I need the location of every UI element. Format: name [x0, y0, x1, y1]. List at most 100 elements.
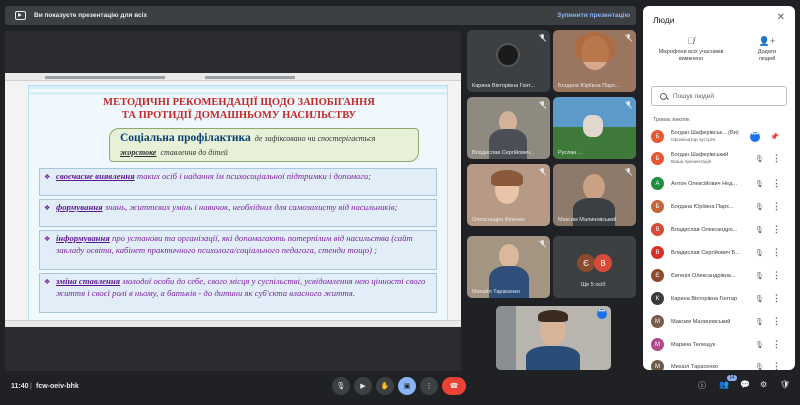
avatar: Б	[651, 200, 664, 213]
camera-icon: ▶	[360, 383, 366, 390]
meeting-code: fcw-oeiv-bhk	[36, 383, 79, 390]
participant-tile[interactable]: Руслан ...	[553, 97, 636, 159]
bottom-toolbar: 11:40 | fcw-oeiv-bhk 🎙 ▶ ✋ ▣ ⋮ ☎ ⓘ 👥 14 …	[0, 372, 800, 405]
more-options-icon[interactable]: ⋮	[772, 361, 781, 370]
slide-item: ❖ інформування про установи та організаці…	[39, 230, 437, 270]
more-participants-tile[interactable]: Є В Ще 5 осіб	[553, 236, 636, 298]
participant-row[interactable]: Б Богдана Юріївна Парх... 🎙 ⋮	[643, 197, 795, 217]
clock: 11:40	[11, 383, 29, 390]
slide-item: ❖ зміна ставлення молодої особи до себе, …	[39, 273, 437, 313]
mic-off-icon[interactable]: 🎙	[755, 249, 764, 257]
mic-off-icon[interactable]: 🎙	[755, 272, 764, 280]
shared-screen: МЕТОДИЧНІ РЕКОМЕНДАЦІЇ ЩОДО ЗАПОБІГАННЯ …	[5, 73, 461, 327]
more-options-button[interactable]: ⋮	[420, 377, 438, 395]
end-call-icon: ☎	[449, 383, 459, 390]
participant-row[interactable]: Б Богдан Шаферівськ... (Ви) Організатор …	[643, 127, 795, 147]
more-options-icon[interactable]: ⋮	[772, 201, 781, 212]
mic-off-icon	[539, 101, 546, 109]
mic-off-icon[interactable]: 🎙	[755, 363, 764, 370]
mic-off-icon[interactable]: 🎙	[755, 295, 764, 303]
more-options-icon[interactable]: ⋮	[772, 153, 781, 164]
avatar: М	[651, 338, 664, 351]
more-options-icon[interactable]: ⋮	[772, 224, 781, 235]
avatar: М	[651, 360, 664, 370]
present-icon: ▣	[403, 383, 411, 390]
participant-tile[interactable]: Карина Вікторівна Гонт...	[467, 30, 550, 92]
avatar: М	[651, 315, 664, 328]
participant-row[interactable]: А Антон Олексійович Нед... 🎙 ⋮	[643, 174, 795, 194]
mic-off-icon[interactable]: 🎙	[755, 155, 764, 163]
info-icon[interactable]: ⓘ	[698, 380, 706, 391]
mic-off-icon[interactable]: 🎙	[755, 226, 764, 234]
activities-icon[interactable]: ⚙	[760, 380, 767, 389]
banner-text: Ви показуєте презентацію для всіх	[34, 12, 148, 19]
participant-tile[interactable]: Михайл Тарасенко	[467, 236, 550, 298]
mic-off-icon	[539, 240, 546, 248]
slide-scroll-banner: Соціальна профілактика де зафіксовано чи…	[109, 128, 419, 162]
camera-button[interactable]: ▶	[354, 377, 372, 395]
more-options-icon[interactable]: ⋮	[772, 270, 781, 281]
pin-icon[interactable]: 📌	[770, 133, 779, 141]
more-options-icon[interactable]: ⋮	[772, 247, 781, 258]
present-icon	[15, 11, 26, 20]
hand-icon: ✋	[380, 383, 390, 390]
more-options-icon[interactable]: ⋮	[772, 316, 781, 327]
mic-off-icon	[625, 101, 632, 109]
participant-row[interactable]: Б Богдан Шаферівський Ваша презентація 🎙…	[643, 149, 795, 169]
leave-call-button[interactable]: ☎	[442, 377, 466, 395]
app-statusbar	[5, 320, 461, 327]
more-options-icon[interactable]: ⋮	[772, 339, 781, 350]
participant-row[interactable]: М Максим Малиновський 🎙 ⋮	[643, 312, 795, 332]
mic-off-icon[interactable]: 🎙	[755, 318, 764, 326]
participant-row[interactable]: Є Євгенія Олександрівна... 🎙 ⋮	[643, 266, 795, 286]
more-options-icon[interactable]: •••	[597, 309, 607, 319]
mic-off-icon	[625, 34, 632, 42]
avatar: Б	[651, 130, 664, 143]
host-controls-icon[interactable]: 🛡	[780, 380, 790, 389]
people-count-badge: 14	[727, 375, 737, 381]
mic-off-icon[interactable]: 🎙	[755, 180, 764, 188]
avatar: Є	[651, 269, 664, 282]
people-icon[interactable]: 👥	[719, 380, 729, 389]
mic-off-icon	[539, 34, 546, 42]
mic-off-icon[interactable]: 🎙	[755, 341, 764, 349]
app-toolbar	[5, 73, 461, 81]
mic-off-icon: 🎙̸	[687, 36, 695, 46]
participant-row[interactable]: В Владислав Олександро... 🎙 ⋮	[643, 220, 795, 240]
close-icon[interactable]: ✕	[777, 12, 785, 23]
avatar: Є	[577, 254, 595, 272]
participant-row[interactable]: М Марина Телещук 🎙 ⋮	[643, 335, 795, 355]
present-button[interactable]: ▣	[398, 377, 416, 395]
participant-tile[interactable]: Максим Малиновський	[553, 164, 636, 226]
chat-icon[interactable]: 💬	[740, 380, 750, 389]
avatar: В	[651, 246, 664, 259]
slide-item: ❖ формування знань, життєвих умінь і нави…	[39, 199, 437, 227]
self-view-tile[interactable]: •••	[496, 306, 611, 370]
mic-off-icon[interactable]: 🎙	[755, 203, 764, 211]
avatar: А	[651, 177, 664, 190]
people-panel: Люди ✕ 🎙̸ Мікрофони всіх учасників вимкне…	[643, 6, 795, 370]
search-people-input[interactable]: Пошук людей	[651, 86, 787, 106]
participant-tile[interactable]: Владислав Сергійович...	[467, 97, 550, 159]
slide: МЕТОДИЧНІ РЕКОМЕНДАЦІЇ ЩОДО ЗАПОБІГАННЯ …	[28, 85, 448, 321]
add-people-button[interactable]: 👤+ Додати людей	[745, 37, 789, 63]
more-options-icon[interactable]: •••	[750, 132, 760, 142]
search-icon	[660, 92, 667, 100]
participant-row[interactable]: М Михаїл Тарасенко 🎙 ⋮	[643, 357, 795, 370]
participant-tile[interactable]: Богдана Юріївна Парх...	[553, 30, 636, 92]
panel-title: Люди	[653, 15, 675, 25]
more-options-icon[interactable]: ⋮	[772, 293, 781, 304]
raise-hand-button[interactable]: ✋	[376, 377, 394, 395]
more-options-icon[interactable]: ⋮	[772, 178, 781, 189]
slide-item: ❖ своєчасне виявлення таких осіб і наданн…	[39, 168, 437, 196]
avatar: В	[594, 254, 612, 272]
presenting-banner: Ви показуєте презентацію для всіх Зупини…	[5, 6, 636, 25]
participant-tile[interactable]: Олександра Філенко	[467, 164, 550, 226]
avatar: Б	[651, 152, 664, 165]
participant-row[interactable]: В Владислав Сергійович Б... 🎙 ⋮	[643, 243, 795, 263]
mic-off-icon	[625, 168, 632, 176]
mic-button[interactable]: 🎙	[332, 377, 350, 395]
participant-row[interactable]: К Карина Вікторівна Гонтар 🎙 ⋮	[643, 289, 795, 309]
stop-presenting-button[interactable]: Зупинити презентацію	[557, 12, 630, 19]
section-label: Триває виклик	[653, 117, 690, 123]
